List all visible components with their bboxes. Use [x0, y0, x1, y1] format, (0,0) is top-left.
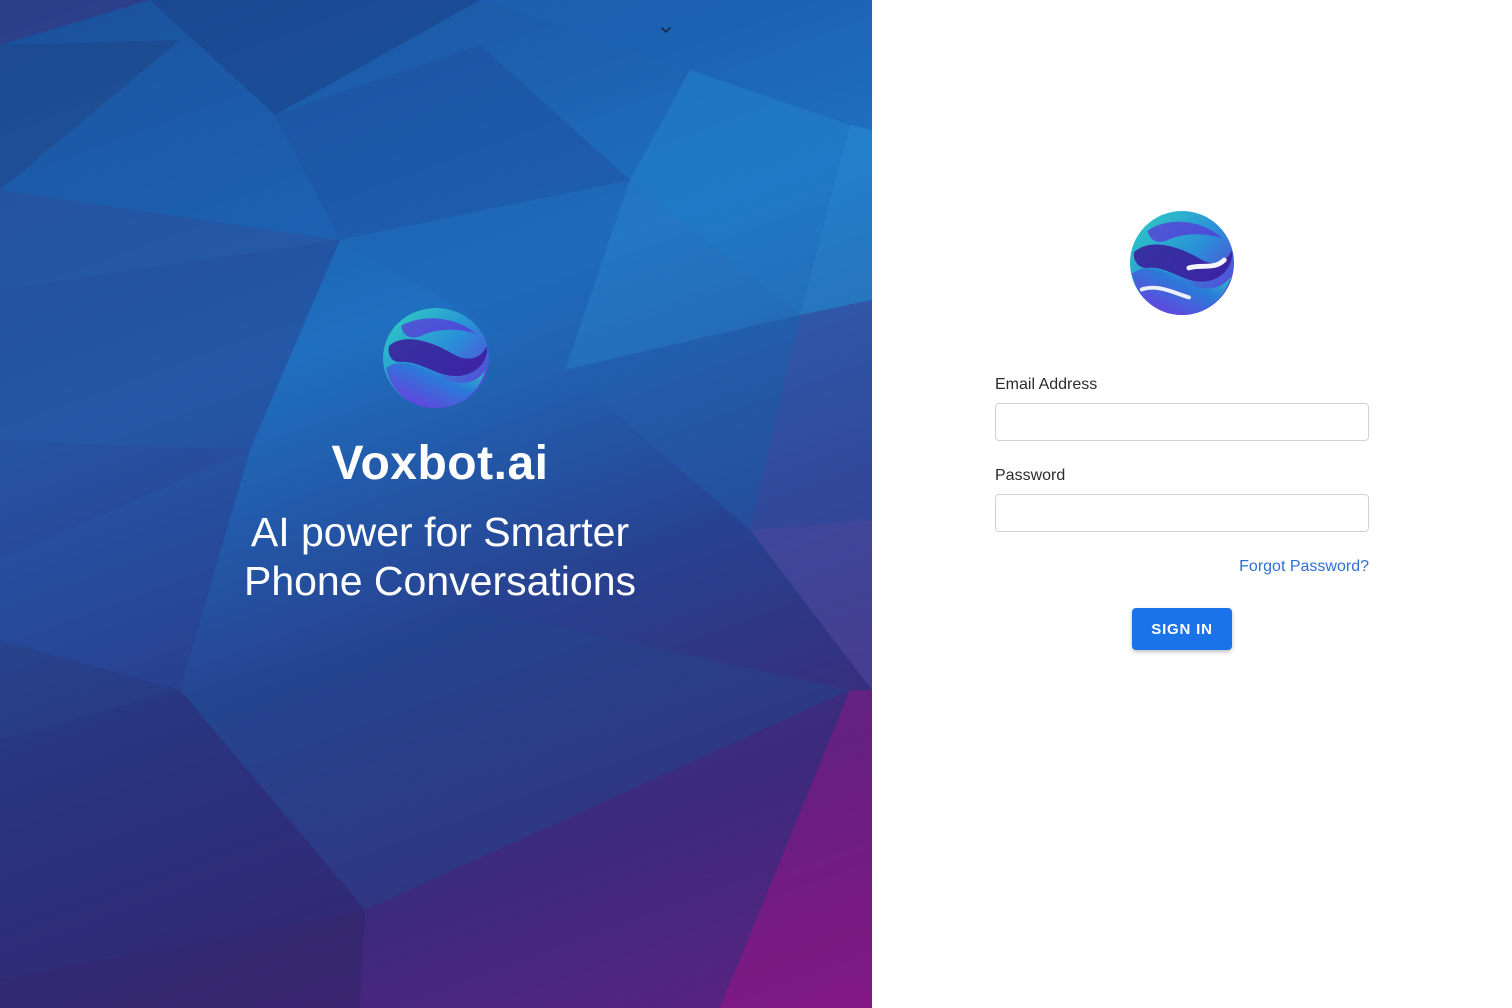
password-field[interactable]: [995, 494, 1369, 532]
email-field[interactable]: [995, 403, 1369, 441]
email-label: Email Address: [995, 376, 1098, 393]
tagline-line-2: Phone Conversations: [243, 558, 637, 604]
login-form-panel: Email Address Password Forgot Password? …: [872, 0, 1512, 1008]
brand-name: Voxbot.ai: [331, 437, 549, 490]
chevron-down-icon[interactable]: [659, 23, 673, 37]
voxbot-logo-icon: [1129, 210, 1235, 316]
hero-tagline: AI power for Smarter Phone Conversations: [190, 508, 690, 606]
hero-panel: Voxbot.ai AI power for Smarter Phone Con…: [0, 0, 872, 1008]
forgot-password-link[interactable]: Forgot Password?: [1239, 558, 1369, 576]
voxbot-logo-icon: [383, 308, 489, 408]
login-page: Voxbot.ai AI power for Smarter Phone Con…: [0, 0, 1512, 1008]
sign-in-button[interactable]: SIGN IN: [1132, 608, 1232, 650]
password-label: Password: [995, 467, 1066, 484]
low-poly-background: [0, 0, 872, 1008]
tagline-line-1: AI power for Smarter: [250, 509, 630, 555]
